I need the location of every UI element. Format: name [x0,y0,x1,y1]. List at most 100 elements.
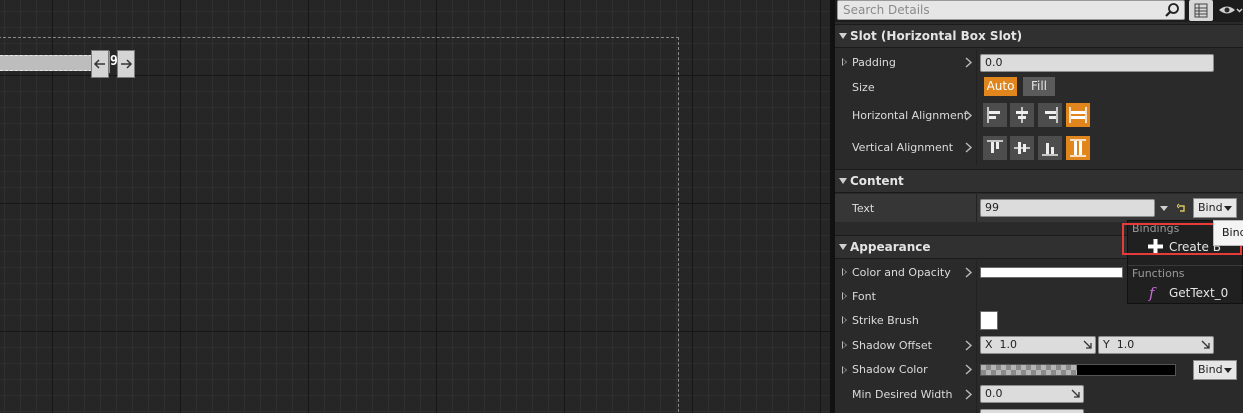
reset-arrow-icon[interactable] [964,142,973,153]
column-divider [976,194,977,222]
shadow-bind-button[interactable]: Bind [1193,360,1237,380]
column-divider [976,284,977,308]
property-row-vertical-alignment: Vertical Alignment [835,131,1243,165]
dropdown-caret-icon[interactable] [1160,206,1168,211]
eye-icon[interactable] [1216,0,1243,21]
halign-fill-button[interactable] [1066,103,1090,127]
drag-arrow-icon [1083,340,1092,349]
property-row-padding: Padding 0.0 [835,49,1243,75]
category-label: Appearance [850,240,931,254]
column-divider [976,75,977,99]
property-row-shadow-offset: Shadow Offset X 1.0 Y 1.0 [835,333,1243,357]
column-divider [976,308,977,332]
valign-fill-button[interactable] [1066,136,1090,160]
function-item-gettext[interactable]: f GetText_0 [1128,283,1242,303]
shadow-color-opaque [1077,365,1175,375]
resize-handle-left[interactable] [91,50,109,78]
property-label: Horizontal Alignment [852,109,969,122]
valign-center-button[interactable] [1010,136,1034,160]
property-label: Font [852,290,876,303]
resize-handle-right[interactable] [117,50,135,78]
reset-arrow-icon[interactable] [964,57,973,68]
expand-arrow-icon[interactable] [842,268,847,276]
reset-to-default-icon[interactable] [1177,203,1187,213]
property-label: Strike Brush [852,314,919,327]
arrow-left-icon [93,59,105,69]
category-label: Slot (Horizontal Box Slot) [850,29,1023,43]
functions-section-header: Functions [1132,267,1185,280]
valign-top-button[interactable] [983,136,1007,160]
property-row-shadow-color: Shadow Color Bind [835,357,1243,382]
menu-separator [1128,265,1243,266]
halign-center-button[interactable] [1010,103,1034,127]
expand-arrow-icon[interactable] [842,58,847,66]
details-panel: Slot (Horizontal Box Slot) Padding 0.0 S… [835,0,1243,413]
canvas-frame [0,37,679,413]
valign-bottom-button[interactable] [1038,136,1062,160]
reset-arrow-icon[interactable] [964,110,973,121]
column-divider [976,260,977,284]
property-label: Size [852,81,875,94]
axis-prefix-x: X [985,338,993,351]
align-left-icon [987,107,1000,123]
collapse-arrow-icon [839,178,847,184]
align-right-icon [1045,107,1058,123]
align-center-icon [1016,107,1028,123]
category-slot[interactable]: Slot (Horizontal Box Slot) [835,24,1243,48]
property-label: Padding [852,56,896,69]
category-content[interactable]: Content [835,169,1243,193]
expand-arrow-icon[interactable] [842,341,847,349]
drag-arrow-icon [1201,340,1210,349]
property-row-strike-brush: Strike Brush [835,308,1243,332]
axis-prefix-y: Y [1103,338,1110,351]
halign-left-button[interactable] [983,103,1007,127]
reset-arrow-icon[interactable] [964,340,973,351]
min-width-value: 0.0 [985,387,1003,400]
shadow-offset-x-field[interactable]: X 1.0 [980,336,1096,354]
category-label: Content [850,174,904,188]
dropdown-caret-icon [1224,368,1232,373]
size-fill-button[interactable]: Fill [1023,77,1055,96]
shadow-color-swatch[interactable] [980,364,1176,376]
function-label: GetText_0 [1169,286,1229,300]
designer-canvas[interactable]: 99 [0,0,830,413]
padding-field[interactable]: 0.0 [980,54,1214,72]
column-divider [976,49,977,75]
reset-arrow-icon[interactable] [964,389,973,400]
property-label: Shadow Offset [852,339,932,352]
bind-label: Bind [1198,363,1223,376]
column-divider [976,333,977,357]
bind-label: Bind [1198,201,1223,214]
text-value-field[interactable]: 99 [980,199,1155,217]
property-row-min-desired-width: Min Desired Width 0.0 [835,382,1243,413]
collapse-arrow-icon [839,33,847,39]
search-icon[interactable] [1164,2,1180,18]
reset-arrow-icon[interactable] [964,364,973,375]
progress-bar-widget[interactable] [0,55,92,71]
property-matrix-icon[interactable] [1189,0,1213,21]
halign-right-button[interactable] [1038,103,1062,127]
expand-arrow-icon[interactable] [842,292,847,300]
strike-brush-swatch[interactable] [980,311,998,330]
min-desired-width-field[interactable]: 0.0 [980,385,1084,403]
property-row-text: Text 99 Bind [835,194,1243,222]
column-divider [976,382,977,413]
size-auto-button[interactable]: Auto [984,77,1017,96]
property-label: Color and Opacity [852,266,951,279]
align-bottom-icon [1042,143,1058,156]
property-label: Shadow Color [852,363,928,376]
property-label: Text [852,202,875,215]
column-divider [976,131,977,165]
expand-arrow-icon[interactable] [842,366,847,374]
expand-arrow-icon[interactable] [842,316,847,324]
reset-arrow-icon[interactable] [964,267,973,278]
bind-button[interactable]: Bind [1193,198,1237,218]
search-input[interactable] [837,0,1185,20]
align-middle-icon [1014,142,1030,154]
align-top-icon [987,140,1003,153]
next-field-partial[interactable] [980,409,1084,413]
color-swatch[interactable] [980,267,1123,278]
search-bar [835,0,1243,22]
align-fill-vertical-icon [1070,139,1086,157]
shadow-offset-y-field[interactable]: Y 1.0 [1098,336,1214,354]
